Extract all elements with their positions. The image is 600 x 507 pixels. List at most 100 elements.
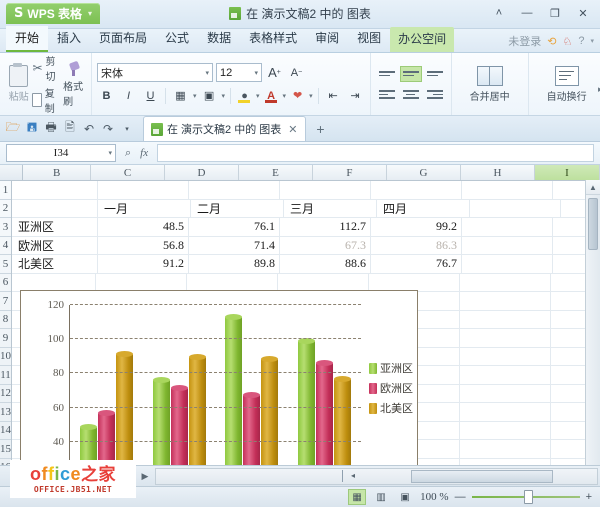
help-icon[interactable]: ? bbox=[578, 35, 584, 47]
bold-button[interactable]: B bbox=[97, 86, 116, 105]
cell-G10[interactable] bbox=[460, 347, 551, 365]
italic-button[interactable]: I bbox=[119, 86, 138, 105]
cell-G6[interactable] bbox=[460, 273, 551, 291]
document-tab[interactable]: 在 演示文稿2 中的 图表 ✕ bbox=[143, 116, 306, 141]
cell-G9[interactable] bbox=[460, 329, 551, 347]
cell-G2[interactable] bbox=[470, 199, 561, 217]
horizontal-scrollbar[interactable]: ◂ bbox=[155, 468, 598, 485]
row-header-5[interactable]: 5 bbox=[0, 255, 11, 274]
row-header-11[interactable]: 11 bbox=[0, 366, 11, 385]
align-right-button[interactable] bbox=[424, 87, 446, 103]
chevron-down-icon[interactable]: ▾ bbox=[590, 37, 594, 45]
cell-C4[interactable]: 56.8 bbox=[98, 236, 189, 254]
ribbon-tab-page-layout[interactable]: 页面布局 bbox=[90, 26, 156, 52]
cell-G3[interactable] bbox=[462, 218, 553, 236]
cell-F1[interactable] bbox=[371, 181, 462, 199]
sync-icon[interactable]: ⟲ bbox=[547, 35, 556, 48]
open-icon[interactable]: 🗁 bbox=[4, 120, 22, 138]
font-color-button[interactable]: A bbox=[263, 87, 280, 104]
ribbon-tab-office-space[interactable]: 办公空间 bbox=[390, 27, 455, 52]
chevron-down-icon[interactable]: ▾ bbox=[118, 120, 136, 138]
cell-G8[interactable] bbox=[460, 310, 551, 328]
row-header-4[interactable]: 4 bbox=[0, 237, 11, 255]
embedded-chart[interactable]: 20406080100120 亚洲区欧洲区北美区 bbox=[20, 290, 418, 465]
chevron-down-icon[interactable]: ▾ bbox=[256, 92, 260, 100]
cell-F3[interactable]: 99.2 bbox=[371, 218, 462, 236]
chart-bar[interactable] bbox=[334, 376, 352, 465]
chevron-down-icon[interactable]: ▾ bbox=[283, 92, 287, 100]
name-box[interactable]: I34 ▾ bbox=[6, 144, 116, 162]
row-header-14[interactable]: 14 bbox=[0, 422, 11, 440]
cell-G11[interactable] bbox=[460, 366, 551, 384]
gift-icon[interactable]: ♘ bbox=[562, 35, 572, 48]
normal-view-icon[interactable]: ▦ bbox=[348, 489, 367, 505]
save-icon[interactable]: 🖪 bbox=[23, 120, 41, 138]
row-header-1[interactable]: 1 bbox=[0, 181, 11, 200]
align-middle-button[interactable] bbox=[399, 65, 422, 82]
row-header-8[interactable]: 8 bbox=[0, 311, 11, 329]
restore-button[interactable]: ❐ bbox=[542, 3, 568, 23]
vertical-scroll-thumb[interactable] bbox=[588, 198, 598, 250]
chevron-down-icon[interactable]: ▾ bbox=[193, 92, 197, 100]
cell-D5[interactable]: 89.8 bbox=[189, 255, 280, 273]
column-header-I[interactable]: I bbox=[534, 165, 600, 180]
cell-G1[interactable] bbox=[462, 181, 553, 199]
chevron-down-icon[interactable]: ▾ bbox=[201, 69, 209, 77]
cell-G14[interactable] bbox=[460, 421, 551, 439]
row-header-12[interactable]: 12 bbox=[0, 385, 11, 403]
column-header-F[interactable]: F bbox=[313, 165, 387, 180]
align-top-button[interactable] bbox=[376, 66, 398, 82]
ribbon-tab-insert[interactable]: 插入 bbox=[48, 26, 90, 52]
close-icon[interactable]: ✕ bbox=[288, 123, 297, 136]
ribbon-tab-view[interactable]: 视图 bbox=[348, 26, 390, 52]
align-left-button[interactable] bbox=[376, 87, 398, 103]
cell-C5[interactable]: 91.2 bbox=[98, 255, 189, 273]
cell-B3[interactable]: 亚洲区 bbox=[12, 218, 98, 236]
cell-G4[interactable] bbox=[462, 236, 553, 254]
increase-indent-button[interactable]: ⇥ bbox=[346, 86, 365, 105]
cell-B4[interactable]: 欧洲区 bbox=[12, 236, 98, 254]
cell-D4[interactable]: 71.4 bbox=[189, 236, 280, 254]
cell-B2[interactable] bbox=[12, 199, 98, 217]
login-status-label[interactable]: 未登录 bbox=[508, 33, 541, 49]
cut-button[interactable]: ✂ 剪切 bbox=[32, 53, 59, 83]
print-preview-icon[interactable]: 🖹 bbox=[61, 120, 79, 138]
new-document-button[interactable]: + bbox=[313, 121, 329, 137]
row-header-3[interactable]: 3 bbox=[0, 218, 11, 237]
cell-G13[interactable] bbox=[460, 403, 551, 421]
cell-E4[interactable]: 67.3 bbox=[280, 236, 371, 254]
chart-bar[interactable] bbox=[97, 410, 115, 465]
vertical-scrollbar[interactable]: ▲ bbox=[585, 180, 600, 465]
page-layout-icon[interactable]: ▥ bbox=[372, 489, 390, 505]
merge-center-button[interactable]: 合并居中 bbox=[457, 65, 523, 103]
row-header-6[interactable]: 6 bbox=[0, 274, 11, 292]
format-painter-button[interactable]: 格式刷 bbox=[63, 61, 86, 108]
chart-bar[interactable] bbox=[225, 314, 243, 465]
cell-style-button[interactable]: ▣ bbox=[200, 86, 219, 105]
next-sheet-icon[interactable]: ▶ bbox=[138, 471, 152, 482]
column-header-H[interactable]: H bbox=[461, 165, 535, 180]
print-icon[interactable]: 🖶 bbox=[42, 120, 60, 138]
chevron-down-icon[interactable]: ▾ bbox=[250, 69, 258, 77]
cell-E2[interactable]: 三月 bbox=[284, 199, 377, 217]
column-header-D[interactable]: D bbox=[165, 165, 239, 180]
chevron-down-icon[interactable]: ▾ bbox=[222, 92, 226, 100]
ribbon-tab-formulas[interactable]: 公式 bbox=[156, 26, 198, 52]
chevron-down-icon[interactable]: ▾ bbox=[309, 92, 313, 100]
chevron-down-icon[interactable]: ▾ bbox=[108, 149, 112, 157]
cell-D6[interactable] bbox=[187, 273, 278, 291]
cell-G7[interactable] bbox=[460, 292, 551, 310]
column-header-G[interactable]: G bbox=[387, 165, 461, 180]
ribbon-tab-data[interactable]: 数据 bbox=[198, 26, 240, 52]
wrap-text-button[interactable]: 自动换行 bbox=[534, 65, 600, 103]
zoom-slider[interactable] bbox=[471, 490, 580, 504]
cell-D1[interactable] bbox=[189, 181, 280, 199]
chart-bar[interactable] bbox=[115, 351, 133, 465]
row-header-10[interactable]: 10 bbox=[0, 348, 11, 366]
row-header-15[interactable]: 15 bbox=[0, 440, 11, 459]
close-button[interactable]: ✕ bbox=[570, 3, 596, 23]
row-header-9[interactable]: 9 bbox=[0, 329, 11, 348]
search-icon[interactable]: ⌕ bbox=[125, 147, 131, 160]
font-name-input[interactable]: 宋体 ▾ bbox=[97, 63, 213, 82]
chart-bar[interactable] bbox=[152, 377, 170, 465]
